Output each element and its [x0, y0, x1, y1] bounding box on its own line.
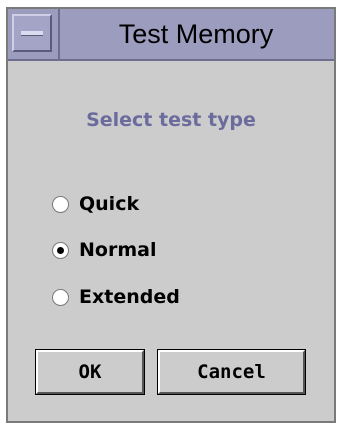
- title-bar[interactable]: Test Memory: [8, 9, 334, 61]
- window-title: Test Memory: [118, 19, 274, 49]
- select-test-type-label: Select test type: [86, 109, 256, 131]
- window-menu-icon: [21, 31, 43, 36]
- cancel-button[interactable]: Cancel: [157, 349, 306, 395]
- radio-option-quick[interactable]: Quick: [52, 191, 139, 217]
- radio-label-quick: Quick: [79, 193, 140, 215]
- test-memory-dialog: Test Memory Select test type Quick Norma…: [6, 7, 336, 423]
- radio-label-extended: Extended: [79, 286, 180, 308]
- radio-selected-dot: [57, 246, 64, 254]
- ok-button[interactable]: OK: [35, 349, 145, 395]
- window-menu-button[interactable]: [12, 14, 52, 52]
- radio-button-normal[interactable]: [52, 241, 69, 259]
- radio-label-normal: Normal: [79, 239, 157, 261]
- radio-button-quick[interactable]: [52, 195, 69, 213]
- title-bar-separator: [58, 9, 60, 59]
- radio-option-normal[interactable]: Normal: [52, 237, 156, 263]
- radio-option-extended[interactable]: Extended: [52, 284, 180, 310]
- radio-button-extended[interactable]: [52, 288, 69, 306]
